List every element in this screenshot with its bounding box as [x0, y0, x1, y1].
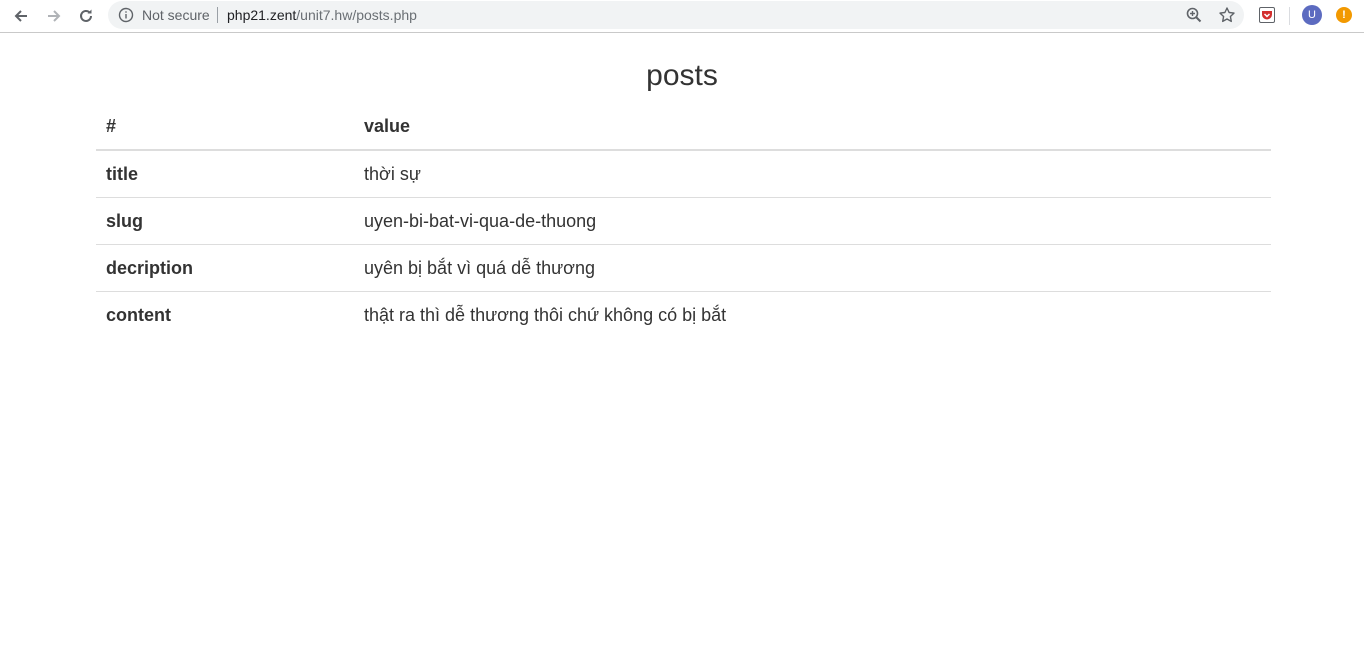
page-title: posts: [646, 59, 718, 92]
security-label[interactable]: Not secure: [142, 1, 210, 29]
row-value: uyen-bi-bat-vi-qua-de-thuong: [354, 197, 1271, 245]
omnibox-divider: [217, 7, 218, 23]
profile-avatar[interactable]: U: [1302, 5, 1322, 25]
table-header-row: # value: [96, 104, 1271, 151]
forward-arrow-icon: [48, 10, 61, 22]
reload-button[interactable]: [74, 4, 98, 28]
back-arrow-icon: [14, 10, 27, 22]
browser-toolbar: Not secure php21.zent/unit7.hw/posts.php…: [0, 0, 1364, 33]
info-icon[interactable]: [118, 7, 134, 23]
update-badge[interactable]: !: [1336, 7, 1352, 23]
table-row: content thật ra thì dễ thương thôi chứ k…: [96, 291, 1271, 338]
address-bar[interactable]: Not secure php21.zent/unit7.hw/posts.php: [108, 1, 1244, 29]
back-button[interactable]: [9, 4, 33, 28]
zoom-icon[interactable]: [1185, 6, 1203, 24]
row-key: content: [96, 291, 354, 338]
row-key: title: [106, 163, 139, 184]
star-icon[interactable]: [1218, 6, 1236, 24]
url-text[interactable]: php21.zent/unit7.hw/posts.php: [227, 1, 417, 29]
row-value: thời sự: [364, 163, 421, 184]
forward-button[interactable]: [42, 4, 66, 28]
table-row: slug uyen-bi-bat-vi-qua-de-thuong: [96, 197, 1271, 245]
column-header-key: #: [96, 104, 354, 151]
row-value: thật ra thì dễ thương thôi chứ không có …: [354, 291, 1271, 338]
row-value: uyên bị bắt vì quá dễ thương: [354, 244, 1271, 292]
column-header-value: value: [354, 104, 1271, 151]
url-path: /unit7.hw/posts.php: [296, 7, 417, 23]
reload-icon: [80, 9, 92, 22]
table-row: decription uyên bị bắt vì quá dễ thương: [96, 244, 1271, 292]
pocket-extension-icon[interactable]: [1258, 6, 1276, 24]
toolbar-separator: [1289, 7, 1290, 25]
table-row: title thời sự: [96, 150, 1271, 198]
url-host: php21.zent: [227, 7, 297, 23]
row-key: decription: [96, 244, 354, 292]
row-key: slug: [96, 197, 354, 245]
posts-table: # value title thời sự slug uyen-bi-bat-v…: [96, 104, 1271, 338]
